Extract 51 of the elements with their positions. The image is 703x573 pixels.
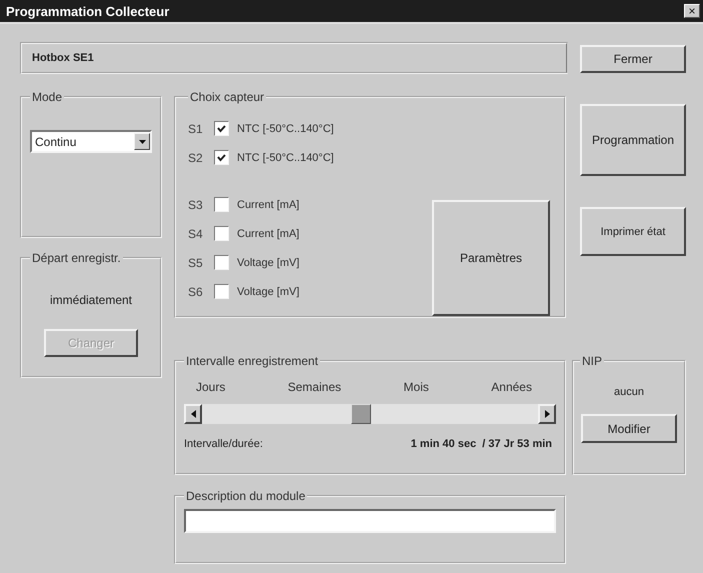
start-value: immédiatement [50,293,132,307]
right-arrow-icon [544,410,550,418]
sensor-id: S4 [188,226,204,240]
scale-label: Semaines [288,380,342,394]
group-title: NIP [581,354,604,368]
interval-value: 1 min 40 sec / 37 Jr 53 min [410,438,552,450]
description-field[interactable] [184,509,556,533]
device-name: Hotbox SE1 [32,52,94,64]
sensor-checkbox[interactable] [214,121,229,136]
group-title: Mode [31,90,64,104]
sensor-label: Voltage [mV] [237,286,300,298]
sensor-label: NTC [-50°C..140°C] [237,122,334,134]
program-button[interactable]: Programmation [580,104,686,176]
dropdown-arrow-icon [138,140,146,144]
sensor-id: S6 [188,284,204,298]
sensor-label: NTC [-50°C..140°C] [237,152,334,164]
close-dialog-button[interactable]: Fermer [580,45,686,73]
group-title: Choix capteur [189,90,266,104]
check-icon [217,154,226,162]
slider-thumb[interactable] [350,404,371,424]
sensor-label: Voltage [mV] [237,256,300,268]
scale-label: Jours [196,380,226,394]
window-title: Programmation Collecteur [6,4,170,18]
mode-dropdown[interactable]: Continu [30,130,152,153]
group-title: Description du module [185,489,306,503]
scroll-right-button[interactable] [538,404,556,424]
sensor-checkbox[interactable] [214,284,229,299]
sensor-checkbox[interactable] [214,150,229,165]
interval-slider[interactable] [202,404,538,424]
sensor-id: S1 [188,122,204,136]
scroll-left-button[interactable] [184,404,202,424]
scale-label: Années [491,380,532,394]
modify-button[interactable]: Modifier [581,414,677,443]
sensor-id: S5 [188,256,204,270]
sensor-id: S2 [188,150,204,164]
close-button[interactable]: × [684,4,700,18]
scale-label: Mois [404,380,429,394]
interval-label: Intervalle/durée: [184,438,263,450]
check-icon [217,124,226,132]
sensor-id: S3 [188,198,204,212]
sensor-label: Current [mA] [237,228,300,240]
sensor-checkbox[interactable] [214,226,229,241]
left-arrow-icon [190,410,196,418]
sensor-checkbox[interactable] [214,255,229,270]
sensor-label: Current [mA] [237,198,300,210]
group-title: Départ enregistr. [31,251,122,265]
parameters-button[interactable]: Paramètres [432,200,550,316]
pin-value: aucun [614,386,644,398]
print-status-button[interactable]: Imprimer état [580,207,686,256]
group-title: Intervalle enregistrement [185,354,320,368]
sensor-checkbox[interactable] [214,197,229,212]
